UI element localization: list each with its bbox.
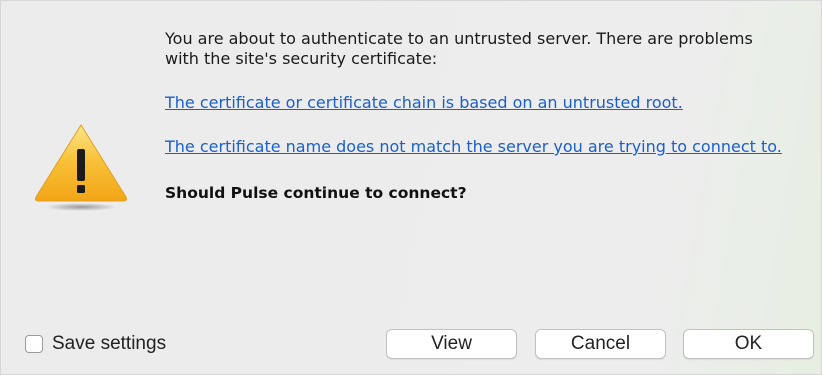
view-button[interactable]: View — [386, 329, 517, 359]
save-settings-checkbox[interactable] — [25, 335, 43, 353]
intro-message: You are about to authenticate to an untr… — [165, 29, 753, 68]
message-area: You are about to authenticate to an untr… — [165, 29, 785, 203]
certificate-warning-dialog: You are about to authenticate to an untr… — [0, 0, 822, 375]
save-settings-label: Save settings — [52, 333, 167, 354]
save-settings-option[interactable]: Save settings — [25, 333, 166, 355]
ok-button[interactable]: OK — [683, 329, 814, 359]
untrusted-root-link[interactable]: The certificate or certificate chain is … — [165, 93, 785, 113]
cancel-button[interactable]: Cancel — [535, 329, 666, 359]
continue-question: Should Pulse continue to connect? — [165, 184, 467, 202]
warning-icon — [34, 124, 128, 211]
name-mismatch-link[interactable]: The certificate name does not match the … — [165, 137, 785, 157]
